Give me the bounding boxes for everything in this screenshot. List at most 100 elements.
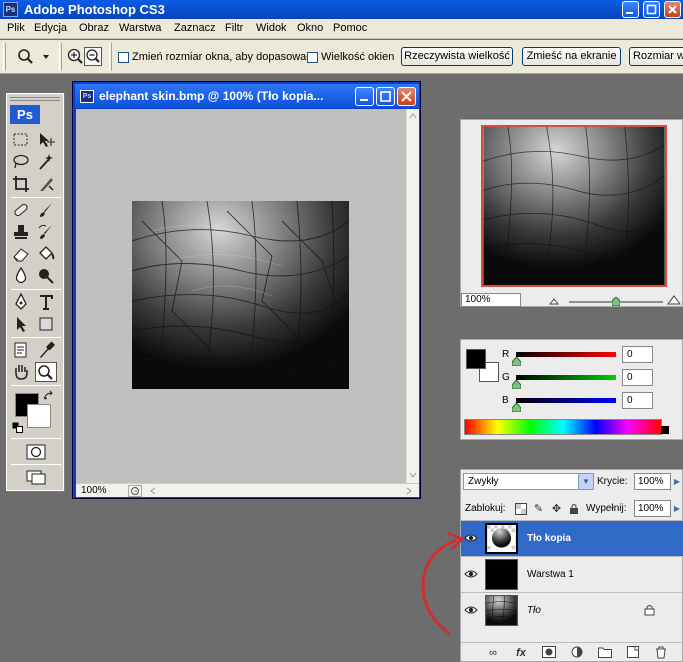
zoom-out-small-icon[interactable] (548, 296, 560, 305)
swap-colors-icon[interactable] (43, 390, 55, 402)
paint-bucket-tool-icon[interactable] (35, 244, 57, 264)
zoom-in-large-icon[interactable] (667, 295, 681, 305)
doc-minimize-button[interactable] (355, 87, 374, 106)
print-size-button[interactable]: Rozmiar w (629, 47, 683, 66)
link-layers-icon[interactable]: ∞ (485, 646, 501, 660)
hand-tool-icon[interactable] (10, 362, 32, 382)
channel-r-value[interactable]: 0 (622, 346, 653, 363)
eraser-tool-icon[interactable] (10, 244, 32, 264)
new-group-icon[interactable] (597, 646, 613, 660)
channel-r-thumb[interactable] (512, 357, 521, 366)
rectangle-tool-icon[interactable] (35, 314, 57, 334)
menu-window[interactable]: Okno (297, 22, 323, 34)
toolbox-grip[interactable] (10, 97, 60, 101)
layer-row-tlo[interactable]: Tło (461, 592, 683, 628)
layer-thumbnail-tlo-kopia[interactable] (485, 523, 518, 554)
pen-tool-icon[interactable] (10, 292, 32, 312)
new-layer-icon[interactable] (625, 646, 641, 660)
menu-image[interactable]: Obraz (79, 22, 109, 34)
slice-tool-icon[interactable] (35, 174, 57, 194)
layer-visibility-eye-icon[interactable] (464, 531, 478, 545)
zoom-tool-icon[interactable] (35, 362, 57, 382)
brush-tool-icon[interactable] (35, 200, 57, 220)
channel-g-slider[interactable] (516, 375, 616, 380)
vertical-scrollbar[interactable] (406, 109, 419, 483)
notes-tool-icon[interactable] (10, 340, 32, 360)
chevron-down-icon[interactable]: ▼ (578, 474, 593, 489)
marquee-tool-icon[interactable] (10, 130, 32, 150)
document-title-bar[interactable]: Ps elephant skin.bmp @ 100% (Tło kopia..… (75, 84, 419, 108)
navigator-slider-thumb[interactable] (611, 296, 621, 307)
black-swatch[interactable] (661, 426, 669, 434)
layer-visibility-eye-icon[interactable] (464, 567, 478, 581)
healing-brush-tool-icon[interactable] (10, 200, 32, 220)
resize-windows-checkbox[interactable] (118, 52, 129, 63)
lasso-tool-icon[interactable] (10, 152, 32, 172)
channel-b-value[interactable]: 0 (622, 392, 653, 409)
menu-select[interactable]: Zaznacz (174, 22, 216, 34)
channel-b-thumb[interactable] (512, 403, 521, 412)
menu-filter[interactable]: Filtr (225, 22, 243, 34)
opacity-field[interactable]: 100% (634, 473, 671, 490)
lock-transparent-icon[interactable] (514, 503, 527, 515)
lock-all-icon[interactable] (567, 503, 580, 515)
layer-thumbnail-warstwa-1[interactable] (485, 559, 518, 590)
crop-tool-icon[interactable] (10, 174, 32, 194)
minimize-button[interactable] (622, 1, 639, 18)
channel-g-thumb[interactable] (512, 380, 521, 389)
blur-tool-icon[interactable] (10, 266, 32, 286)
channel-r-slider[interactable] (516, 352, 616, 357)
layer-row-tlo-kopia[interactable]: Tło kopia (461, 520, 683, 556)
menu-help[interactable]: Pomoc (333, 22, 367, 34)
navigator-zoom-field[interactable]: 100% (461, 293, 521, 307)
canvas-area[interactable] (76, 109, 406, 483)
lock-image-icon[interactable]: ✎ (532, 503, 545, 515)
zoom-tool-preset[interactable] (14, 46, 52, 68)
path-selection-tool-icon[interactable] (10, 314, 32, 334)
menu-edit[interactable]: Edycja (34, 22, 67, 34)
add-mask-icon[interactable] (541, 646, 557, 660)
magic-wand-tool-icon[interactable] (35, 152, 57, 172)
navigator-thumbnail[interactable] (481, 125, 667, 287)
window-size-checkbox[interactable] (307, 52, 318, 63)
layer-row-warstwa-1[interactable]: Warstwa 1 (461, 556, 683, 592)
zoom-in-button[interactable] (66, 47, 84, 66)
close-button[interactable] (664, 1, 681, 18)
layer-visibility-eye-icon[interactable] (464, 603, 478, 617)
menu-layer[interactable]: Warstwa (119, 22, 161, 34)
layer-thumbnail-tlo[interactable] (485, 595, 518, 626)
options-grip[interactable] (3, 43, 6, 71)
horizontal-scrollbar[interactable] (146, 485, 419, 497)
actual-pixels-button[interactable]: Rzeczywista wielkość (401, 47, 513, 66)
menu-view[interactable]: Widok (256, 22, 287, 34)
move-tool-icon[interactable] (35, 130, 57, 150)
opacity-arrow-icon[interactable]: ▶ (672, 473, 682, 490)
color-spectrum-bar[interactable] (464, 419, 669, 435)
default-colors-icon[interactable] (12, 422, 23, 433)
menu-file[interactable]: Plik (7, 22, 25, 34)
layer-style-icon[interactable]: fx (513, 646, 529, 660)
color-panel-foreground-swatch[interactable] (466, 349, 486, 369)
clone-stamp-tool-icon[interactable] (10, 222, 32, 242)
eyedropper-tool-icon[interactable] (35, 340, 57, 360)
document-zoom-field[interactable]: 100% (78, 485, 122, 497)
ps-logo[interactable]: Ps (10, 105, 40, 124)
dodge-tool-icon[interactable] (35, 266, 57, 286)
delete-layer-icon[interactable] (653, 646, 669, 660)
channel-g-value[interactable]: 0 (622, 369, 653, 386)
history-brush-tool-icon[interactable] (35, 222, 57, 242)
fit-screen-button[interactable]: Zmieść na ekranie (522, 47, 621, 66)
doc-close-button[interactable] (397, 87, 416, 106)
maximize-button[interactable] (643, 1, 660, 18)
quick-mask-icon[interactable] (24, 443, 48, 461)
lock-position-icon[interactable]: ✥ (550, 503, 563, 515)
background-color-swatch[interactable] (27, 404, 51, 428)
zoom-out-button[interactable] (84, 47, 102, 66)
elephant-skin-image[interactable] (132, 201, 349, 389)
adjustment-layer-icon[interactable] (569, 646, 585, 660)
status-menu-icon[interactable] (128, 485, 142, 497)
type-tool-icon[interactable] (35, 292, 57, 312)
fill-arrow-icon[interactable]: ▶ (672, 500, 682, 517)
screen-mode-icon[interactable] (24, 468, 48, 486)
blend-mode-select[interactable]: Zwykły ▼ (463, 473, 594, 490)
